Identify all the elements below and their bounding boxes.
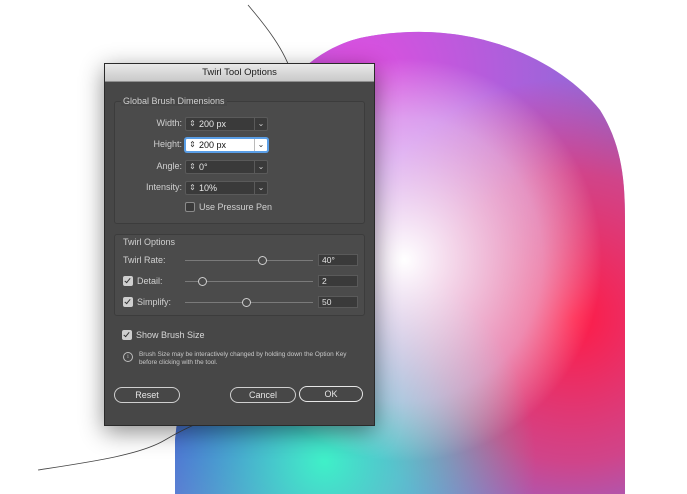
height-value[interactable]: 200 px [199, 139, 226, 151]
height-row: Height: ⇕ 200 px ⌄ [115, 138, 364, 152]
simplify-label-wrap: Simplify: [123, 296, 172, 307]
angle-dropdown-chevron-down-icon[interactable]: ⌄ [254, 161, 267, 173]
width-row: Width: ⇕ 200 px ⌄ [115, 117, 364, 131]
twirl-rate-row: Twirl Rate: 40° [115, 254, 364, 268]
detail-input[interactable]: 2 [318, 275, 358, 287]
detail-label: Detail: [137, 276, 163, 286]
global-brush-heading: Global Brush Dimensions [121, 96, 227, 106]
angle-row: Angle: ⇕ 0° ⌄ [115, 160, 364, 174]
dialog-title[interactable]: Twirl Tool Options [105, 64, 374, 82]
simplify-checkbox[interactable] [123, 296, 133, 307]
twirl-rate-slider[interactable] [185, 256, 313, 265]
twirl-rate-input[interactable]: 40° [318, 254, 358, 266]
width-label: Width: [156, 118, 182, 128]
intensity-label: Intensity: [145, 182, 182, 192]
twirl-options-panel: Twirl Options Twirl Rate: 40° Detail: 2 … [114, 234, 365, 316]
detail-thumb[interactable] [197, 277, 207, 286]
intensity-value[interactable]: 10% [199, 182, 217, 194]
show-brush-size-checkbox[interactable] [122, 329, 132, 340]
detail-slider[interactable] [185, 277, 313, 286]
width-stepper-icon[interactable]: ⇕ [188, 118, 197, 130]
simplify-row: Simplify: 50 [115, 296, 364, 310]
height-combo[interactable]: ⇕ 200 px ⌄ [185, 138, 268, 152]
simplify-input[interactable]: 50 [318, 296, 358, 308]
twirl-rate-thumb[interactable] [257, 256, 267, 265]
info-circle-icon: i [123, 352, 133, 362]
brush-size-info-text: Brush Size may be interactively changed … [139, 351, 347, 366]
pressure-pen-checkbox[interactable] [185, 201, 195, 212]
reset-button[interactable]: Reset [114, 387, 180, 403]
height-dropdown-chevron-down-icon[interactable]: ⌄ [254, 139, 267, 151]
pressure-pen-row: Use Pressure Pen [185, 201, 273, 212]
detail-row: Detail: 2 [115, 275, 364, 289]
angle-stepper-icon[interactable]: ⇕ [188, 161, 197, 173]
angle-value[interactable]: 0° [199, 161, 208, 173]
detail-checkbox[interactable] [123, 275, 133, 286]
intensity-combo[interactable]: ⇕ 10% ⌄ [185, 181, 268, 195]
detail-label-wrap: Detail: [123, 275, 163, 286]
show-brush-size-label: Show Brush Size [136, 330, 205, 340]
height-stepper-icon[interactable]: ⇕ [188, 139, 197, 151]
intensity-stepper-icon[interactable]: ⇕ [188, 182, 197, 194]
twirl-rate-label: Twirl Rate: [123, 255, 166, 265]
simplify-thumb[interactable] [242, 298, 252, 307]
angle-combo[interactable]: ⇕ 0° ⌄ [185, 160, 268, 174]
width-dropdown-chevron-down-icon[interactable]: ⌄ [254, 118, 267, 130]
twirl-tool-options-dialog: Twirl Tool Options Global Brush Dimensio… [104, 63, 375, 426]
show-brush-size-row: Show Brush Size [122, 329, 205, 340]
simplify-label: Simplify: [137, 297, 172, 307]
simplify-slider[interactable] [185, 298, 313, 307]
twirl-options-heading: Twirl Options [123, 237, 176, 247]
width-value[interactable]: 200 px [199, 118, 226, 130]
pressure-pen-label: Use Pressure Pen [199, 202, 273, 212]
intensity-dropdown-chevron-down-icon[interactable]: ⌄ [254, 182, 267, 194]
height-label: Height: [153, 139, 182, 149]
global-brush-panel: Global Brush Dimensions Width: ⇕ 200 px … [114, 96, 365, 224]
intensity-row: Intensity: ⇕ 10% ⌄ [115, 181, 364, 195]
width-combo[interactable]: ⇕ 200 px ⌄ [185, 117, 268, 131]
ok-button[interactable]: OK [299, 386, 363, 402]
cancel-button[interactable]: Cancel [230, 387, 296, 403]
angle-label: Angle: [156, 161, 182, 171]
